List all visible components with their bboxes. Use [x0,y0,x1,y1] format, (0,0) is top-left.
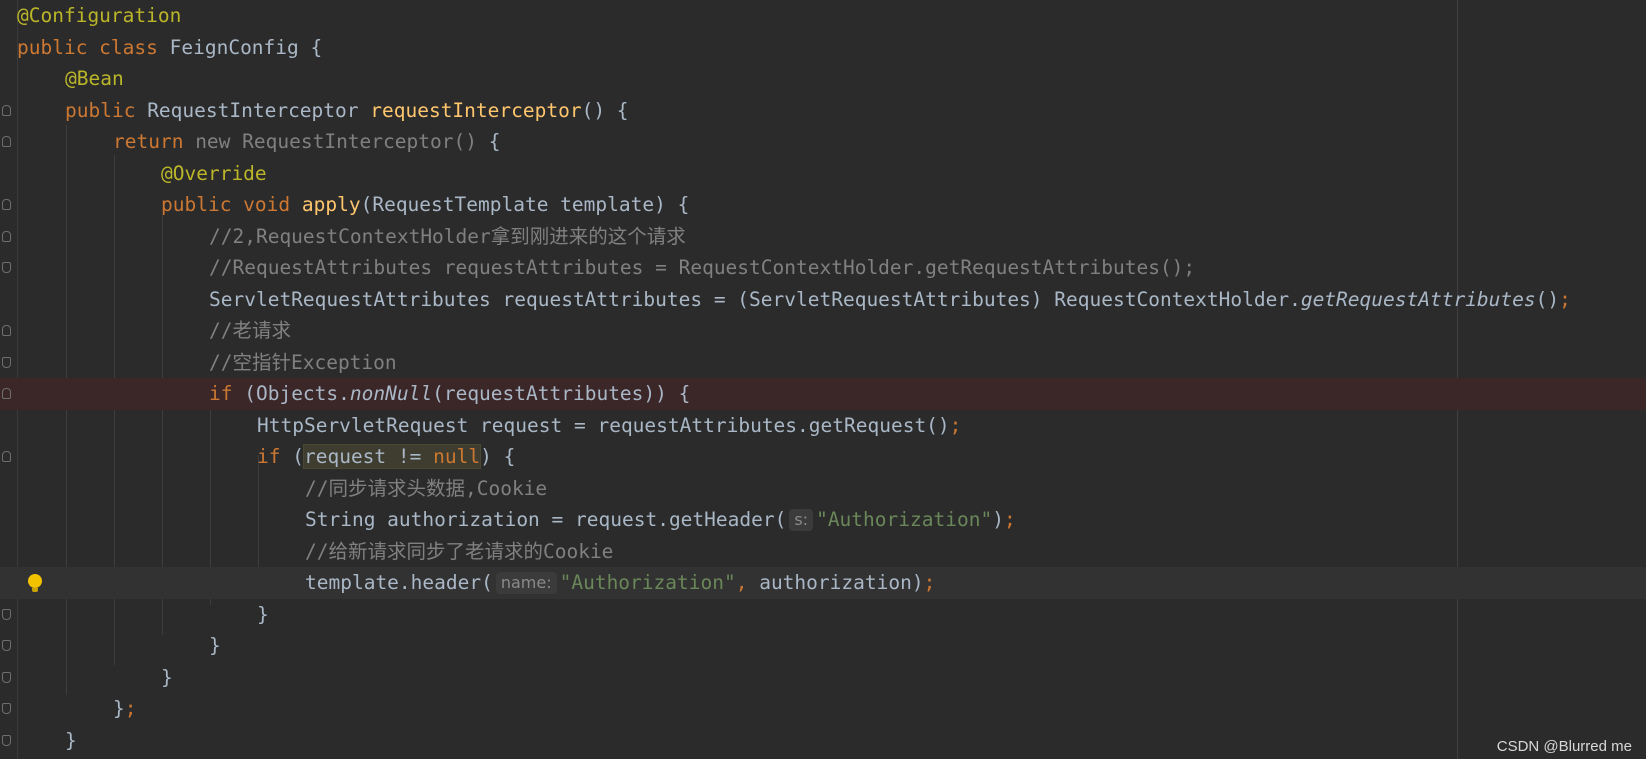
code-text: } [65,728,77,752]
method-name-token: apply [301,193,361,216]
code-line[interactable]: } [0,630,1646,662]
static-method-token: nonNull [349,382,433,405]
watermark: CSDN @Blurred me [1496,738,1632,755]
code-text: } [257,602,269,626]
fold-icon[interactable] [2,640,11,651]
code-editor[interactable]: @Configuration public class FeignConfig … [0,0,1646,759]
semicolon-token: ; [923,571,936,594]
code-text-dimmed: new RequestInterceptor() [195,130,489,153]
keyword-token: return [113,130,196,153]
code-text: (RequestTemplate template) { [360,193,690,216]
fold-icon[interactable] [2,104,11,116]
fold-icon[interactable] [2,262,11,273]
comment-token: //RequestAttributes requestAttributes = … [209,256,1196,279]
code-text: authorization) [759,571,924,594]
code-line[interactable]: //2,RequestContextHolder拿到刚进来的这个请求 [0,221,1646,253]
method-name-token: requestInterceptor [370,98,582,122]
fold-icon[interactable] [2,451,11,462]
code-line[interactable]: HttpServletRequest request = requestAttr… [0,410,1646,442]
code-text: request != [303,445,434,468]
code-text: ( [292,445,304,468]
static-method-token: getRequestAttributes [1300,287,1536,311]
code-text: RequestInterceptor [147,98,371,122]
lightbulb-icon[interactable] [28,574,42,592]
parameter-hint: name: [495,572,557,594]
code-line[interactable]: //RequestAttributes requestAttributes = … [0,252,1646,284]
string-token: "Authorization" [559,571,736,594]
code-text: ) [992,508,1004,531]
code-text: } [161,665,173,689]
code-line[interactable]: @Override [0,158,1646,190]
fold-icon[interactable] [2,608,11,620]
annotation-token: @Configuration [17,4,182,27]
code-line[interactable]: //老请求 [0,315,1646,347]
fold-icon[interactable] [2,230,11,242]
code-text: } [209,634,221,657]
comma-token: , [735,571,760,594]
keyword-token: null [433,445,481,468]
code-line[interactable]: @Configuration [0,0,1646,32]
code-line[interactable]: public void apply(RequestTemplate templa… [0,189,1646,221]
code-text: ) { [480,445,516,468]
fold-icon[interactable] [2,356,11,368]
annotation-token: @Override [161,161,267,185]
code-text: () { [581,98,629,122]
code-text: } [113,697,125,720]
code-line[interactable]: //给新请求同步了老请求的Cookie [0,536,1646,568]
code-text: String authorization = request.getHeader… [305,508,787,531]
highlighted-expression[interactable]: request != null [302,444,482,469]
semicolon-token: ; [1003,508,1016,531]
code-line[interactable]: if (request != null) { [0,441,1646,473]
comment-token: //同步请求头数据,Cookie [305,476,548,500]
code-text: ServletRequestAttributes requestAttribut… [209,287,1301,311]
fold-icon[interactable] [2,325,11,336]
code-text: (requestAttributes)) { [432,382,691,405]
code-text: { [488,130,501,153]
code-line[interactable]: ServletRequestAttributes requestAttribut… [0,284,1646,316]
keyword-token: public void [161,193,302,216]
keyword-token: if [209,382,245,405]
comment-token: //老请求 [209,319,291,342]
code-line[interactable]: //空指针Exception [0,347,1646,379]
string-token: "Authorization" [816,508,993,531]
code-line-current[interactable]: template.header(name: "Authorization", au… [0,567,1646,599]
code-line[interactable]: String authorization = request.getHeader… [0,504,1646,536]
code-line[interactable]: } [0,725,1646,757]
keyword-token: if [257,445,293,468]
annotation-token: @Bean [65,67,124,90]
code-line[interactable]: }; [0,693,1646,725]
fold-icon[interactable] [2,199,11,210]
code-line-warning[interactable]: if (Objects.nonNull(requestAttributes)) … [0,378,1646,410]
code-text: template.header( [305,571,493,594]
code-text: (Objects. [244,382,350,405]
comment-token: //空指针Exception [209,350,397,374]
comment-token: //2,RequestContextHolder拿到刚进来的这个请求 [209,224,686,248]
fold-icon[interactable] [2,734,11,746]
fold-icon[interactable] [2,388,11,399]
semicolon-token: ; [124,697,137,720]
comment-token: //给新请求同步了老请求的Cookie [305,539,614,563]
code-line[interactable]: //同步请求头数据,Cookie [0,473,1646,505]
code-line[interactable]: public class FeignConfig { [0,32,1646,64]
code-text: FeignConfig { [169,35,323,59]
code-text: () [1535,287,1560,311]
semicolon-token: ; [949,413,962,437]
code-line[interactable]: public RequestInterceptor requestInterce… [0,95,1646,127]
code-line[interactable]: return new RequestInterceptor() { [0,126,1646,158]
fold-icon[interactable] [2,703,11,714]
keyword-token: public class [17,35,170,59]
semicolon-token: ; [1559,287,1571,311]
code-line[interactable]: @Bean [0,63,1646,95]
fold-icon[interactable] [2,136,11,147]
keyword-token: public [65,98,148,122]
parameter-hint: s: [789,509,814,531]
code-text: HttpServletRequest request = requestAttr… [257,413,950,437]
fold-icon[interactable] [2,671,11,683]
code-line[interactable]: } [0,599,1646,631]
code-line[interactable]: } [0,662,1646,694]
